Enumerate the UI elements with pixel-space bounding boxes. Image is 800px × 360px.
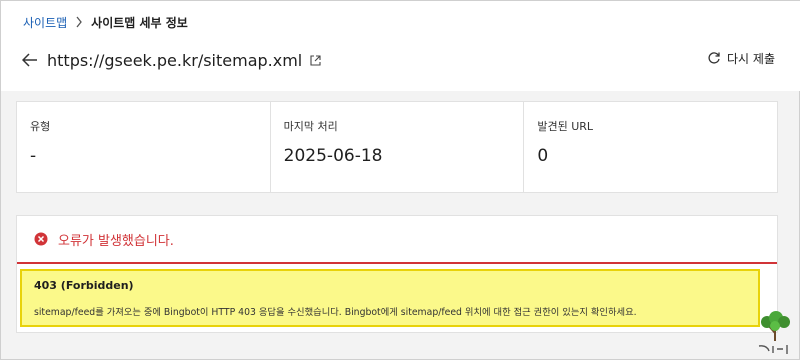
- stat-last-processed: 마지막 처리 2025-06-18: [271, 102, 525, 192]
- sitemap-url: https://gseek.pe.kr/sitemap.xml: [47, 50, 303, 70]
- stat-label: 발견된 URL: [537, 120, 594, 133]
- refresh-icon: [708, 52, 720, 64]
- chevron-right-icon: [75, 16, 83, 28]
- page-header: 사이트맵 사이트맵 세부 정보 https://gseek.pe.kr/site…: [1, 1, 800, 91]
- error-detail-box: 403 (Forbidden) sitemap/feed를 가져오는 중에 Bi…: [20, 269, 760, 327]
- stat-value: 0: [537, 146, 549, 166]
- tree-logo-icon: [753, 307, 797, 357]
- error-message: sitemap/feed를 가져오는 중에 Bingbot이 HTTP 403 …: [34, 307, 637, 318]
- breadcrumb: 사이트맵 사이트맵 세부 정보: [23, 13, 188, 31]
- sitemap-url-row: https://gseek.pe.kr/sitemap.xml: [19, 47, 321, 73]
- stat-label: 유형: [30, 120, 51, 133]
- error-circle-icon: [34, 232, 48, 246]
- error-title: 오류가 발생했습니다.: [58, 233, 174, 249]
- stat-value: 2025-06-18: [283, 146, 383, 166]
- sitemap-stats-card: 유형 - 마지막 처리 2025-06-18 발견된 URL 0: [16, 101, 778, 193]
- breadcrumb-sitemap-link[interactable]: 사이트맵: [23, 14, 67, 31]
- stat-value: -: [30, 146, 37, 166]
- external-link-icon[interactable]: [310, 54, 321, 66]
- stat-label: 마지막 처리: [283, 120, 338, 133]
- app-frame: 사이트맵 사이트맵 세부 정보 https://gseek.pe.kr/site…: [0, 0, 800, 360]
- stat-discovered-urls: 발견된 URL 0: [524, 102, 777, 192]
- resubmit-label: 다시 제출: [727, 51, 775, 66]
- error-code: 403 (Forbidden): [34, 279, 134, 292]
- resubmit-button[interactable]: 다시 제출: [707, 47, 775, 69]
- stat-type: 유형 -: [17, 102, 271, 192]
- error-card: 오류가 발생했습니다. 403 (Forbidden) sitemap/feed…: [16, 215, 778, 333]
- error-header: 오류가 발생했습니다.: [17, 216, 777, 264]
- breadcrumb-current: 사이트맵 세부 정보: [91, 15, 188, 30]
- back-arrow-icon[interactable]: [19, 49, 41, 71]
